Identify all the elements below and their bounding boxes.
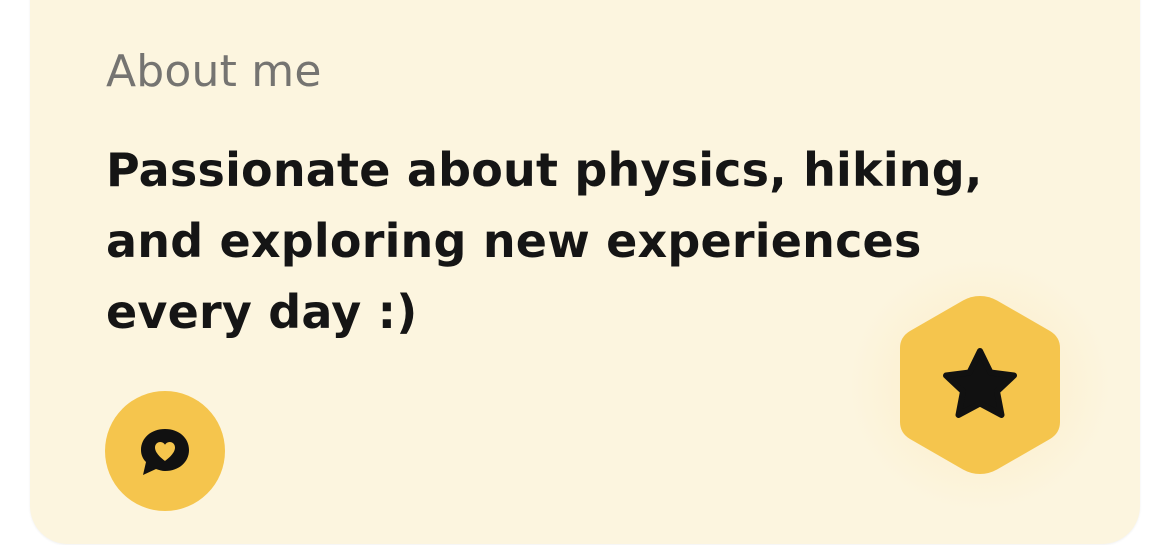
superswipe-button[interactable] bbox=[890, 290, 1070, 480]
compliment-button[interactable] bbox=[105, 391, 225, 511]
hexagon-shape bbox=[900, 296, 1060, 474]
about-me-label: About me bbox=[106, 46, 322, 97]
chat-heart-icon bbox=[133, 419, 197, 483]
